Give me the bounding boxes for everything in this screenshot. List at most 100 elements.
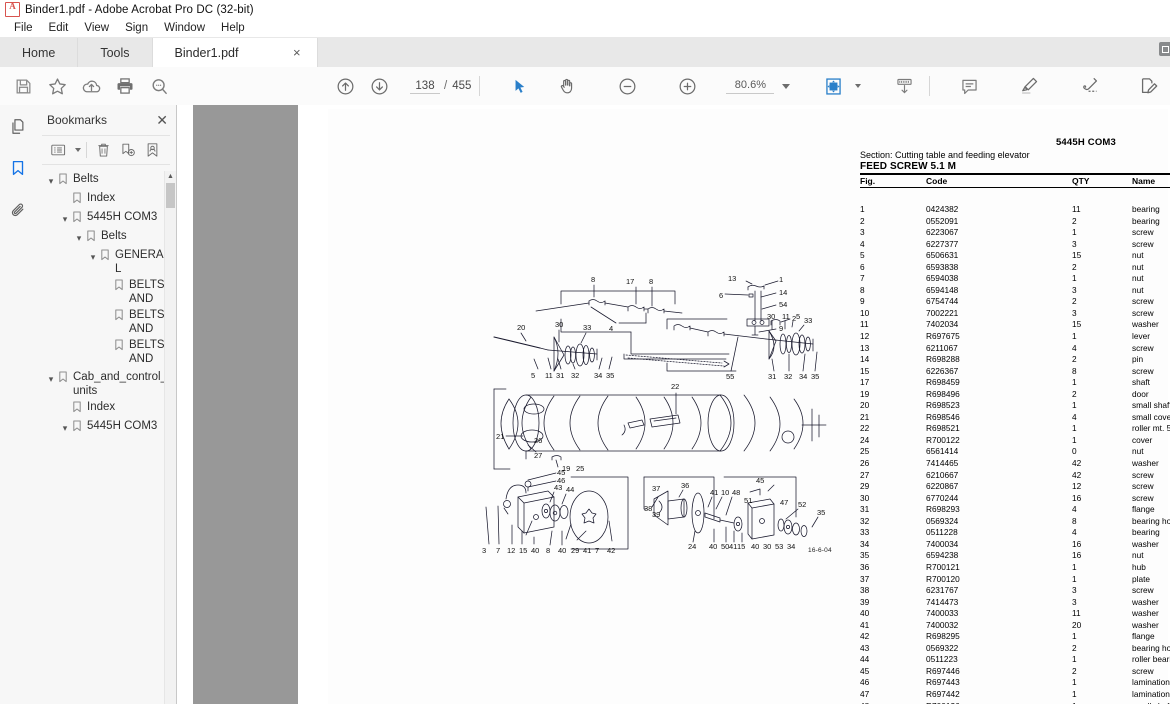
cell-name: screw: [1132, 492, 1154, 503]
technical-drawing: 8 17 8 4 20 30 33 5 11 31 32 34 35 13 1 …: [476, 259, 856, 599]
cell-code: 6231767: [926, 585, 959, 596]
save-icon[interactable]: [6, 69, 40, 103]
cell-fig: 5: [860, 250, 865, 261]
options-list-icon[interactable]: [48, 139, 71, 161]
svg-text:1: 1: [779, 275, 783, 284]
menu-view[interactable]: View: [76, 21, 117, 35]
bookmark-label: Belts: [101, 230, 127, 242]
cell-qty: 1: [1072, 654, 1077, 665]
zoom-level-control[interactable]: 80.6%: [726, 78, 791, 94]
tab-close-icon[interactable]: ×: [293, 46, 301, 59]
comment-icon[interactable]: [952, 69, 986, 103]
chevron-down-icon[interactable]: ▾: [72, 229, 86, 245]
document-viewport[interactable]: 8 17 8 4 20 30 33 5 11 31 32 34 35 13 1 …: [177, 105, 1170, 704]
cell-fig: 36: [860, 561, 870, 572]
options-chevron-icon[interactable]: [74, 148, 81, 152]
new-bookmark-icon[interactable]: [116, 139, 139, 161]
svg-text:8: 8: [546, 546, 550, 555]
bookmark-item-belts-and-1[interactable]: BELTS AND: [36, 277, 170, 307]
cell-code: 7414465: [926, 458, 959, 469]
scrollbar-thumb[interactable]: [166, 183, 175, 208]
cell-code: 0569324: [926, 515, 959, 526]
edit-pdf-icon[interactable]: [1132, 69, 1166, 103]
page-total: 455: [452, 80, 472, 92]
parts-table-row: 42 R698295 1 flange: [860, 631, 1170, 643]
tab-home[interactable]: Home: [0, 38, 79, 67]
cell-code: R700126: [926, 701, 1072, 704]
upload-cloud-icon[interactable]: [74, 69, 108, 103]
page-fit-icon[interactable]: [816, 69, 850, 103]
menu-file[interactable]: File: [6, 21, 41, 35]
scroll-mode-icon[interactable]: [887, 69, 921, 103]
document-section: Section: Cutting table and feeding eleva…: [860, 150, 1030, 160]
cell-name: lamination sx/lh/li: [1132, 688, 1170, 699]
cell-qty: 8: [1072, 515, 1077, 526]
bookmark-item-5445h-com3-1[interactable]: ▾ 5445H COM3: [36, 209, 170, 228]
cell-code: R698523: [926, 400, 960, 411]
bookmark-item-belts-and-2[interactable]: BELTS AND: [36, 307, 170, 337]
delete-icon[interactable]: [92, 139, 115, 161]
cell-qty: 1: [1072, 677, 1077, 688]
cell-name: nut: [1132, 550, 1144, 561]
star-icon[interactable]: [40, 69, 74, 103]
cell-qty: 1: [1072, 227, 1077, 238]
bookmarks-scrollbar[interactable]: ▲: [164, 171, 176, 704]
page-number-input[interactable]: [410, 78, 440, 94]
cell-code: 6770244: [926, 492, 959, 503]
chevron-down-icon[interactable]: ▾: [58, 419, 72, 435]
chevron-down-icon[interactable]: ▾: [58, 210, 72, 226]
bookmark-item-general[interactable]: ▾ GENERAL: [36, 247, 170, 277]
close-icon[interactable]: ✕: [156, 113, 168, 127]
chevron-down-icon[interactable]: ▾: [44, 370, 58, 386]
next-page-icon[interactable]: [362, 69, 396, 103]
menu-edit[interactable]: Edit: [41, 21, 77, 35]
bookmark-properties-icon[interactable]: [141, 139, 164, 161]
print-icon[interactable]: [108, 69, 142, 103]
tab-document[interactable]: Binder1.pdf ×: [152, 38, 318, 67]
cell-code: R697442: [926, 688, 960, 699]
cell-name: washer: [1132, 538, 1159, 549]
cell-name: door: [1132, 388, 1149, 399]
svg-text:10: 10: [721, 488, 729, 497]
bookmark-item-belts-and-3[interactable]: BELTS AND: [36, 337, 170, 367]
cell-qty: 3: [1072, 596, 1077, 607]
window-restore-chip[interactable]: [1159, 42, 1170, 56]
menu-window[interactable]: Window: [156, 21, 213, 35]
bookmark-icon: [86, 229, 101, 246]
chevron-down-icon[interactable]: [782, 83, 791, 89]
cell-fig: 3: [860, 227, 865, 238]
bookmark-item-belts-2[interactable]: ▾ Belts: [36, 228, 170, 247]
cell-name: nut: [1132, 250, 1144, 261]
tab-tools[interactable]: Tools: [78, 38, 153, 67]
menu-help[interactable]: Help: [213, 21, 253, 35]
bookmark-item-belts[interactable]: ▾ Belts: [36, 171, 170, 190]
menu-sign[interactable]: Sign: [117, 21, 156, 35]
zoom-in-icon[interactable]: [670, 69, 704, 103]
scroll-up-icon[interactable]: ▲: [165, 171, 176, 182]
search-icon[interactable]: [142, 69, 176, 103]
page-fit-chevron-icon[interactable]: [855, 84, 862, 88]
previous-page-icon[interactable]: [328, 69, 362, 103]
bookmark-item-cab-and-control-units[interactable]: ▾ Cab_and_control_units: [36, 369, 170, 399]
bookmarks-icon[interactable]: [0, 147, 43, 189]
cell-fig: 25: [860, 446, 870, 457]
chevron-down-icon[interactable]: ▾: [86, 248, 100, 264]
cell-qty: 2: [1072, 354, 1077, 365]
attachments-icon[interactable]: [0, 189, 36, 231]
hand-icon[interactable]: [550, 69, 584, 103]
page-thumbnails-icon[interactable]: [0, 105, 36, 147]
bookmark-item-5445h-com3-2[interactable]: ▾ 5445H COM3: [36, 418, 170, 437]
header-rule-bottom: [860, 187, 1170, 188]
cell-code: R698295: [926, 631, 960, 642]
cell-name: washer: [1132, 319, 1159, 330]
highlight-icon[interactable]: [1012, 69, 1046, 103]
sign-icon[interactable]: [1072, 69, 1106, 103]
bookmark-item-index-1[interactable]: Index: [36, 190, 170, 209]
cell-name: screw: [1132, 238, 1154, 249]
cursor-arrow-icon[interactable]: [502, 69, 536, 103]
cell-name: screw: [1132, 296, 1154, 307]
zoom-out-icon[interactable]: [610, 69, 644, 103]
bookmark-item-index-2[interactable]: Index: [36, 399, 170, 418]
chevron-down-icon[interactable]: ▾: [44, 172, 58, 188]
cell-code: 6227377: [926, 238, 959, 249]
